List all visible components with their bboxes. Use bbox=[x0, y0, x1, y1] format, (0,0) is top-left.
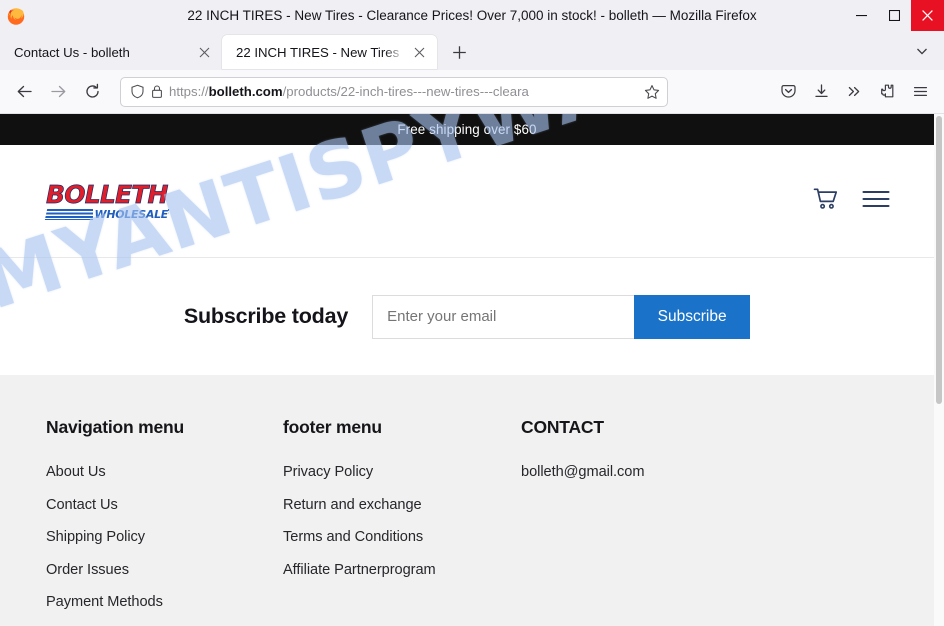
forward-arrow-icon[interactable] bbox=[42, 76, 74, 108]
web-page: Free shipping over $60 BOLLETH WHOLESALE bbox=[0, 114, 934, 626]
footer-column-navigation: Navigation menu About Us Contact Us Ship… bbox=[46, 417, 283, 626]
navigation-toolbar: https://bolleth.com/products/22-inch-tir… bbox=[0, 70, 944, 114]
site-footer: Navigation menu About Us Contact Us Ship… bbox=[0, 375, 934, 626]
menu-hamburger-icon[interactable] bbox=[862, 189, 890, 214]
download-icon[interactable] bbox=[805, 76, 837, 108]
toolbar-right-icons bbox=[772, 76, 936, 108]
maximize-button[interactable] bbox=[878, 0, 911, 31]
title-bar: 22 INCH TIRES - New Tires - Clearance Pr… bbox=[0, 0, 944, 31]
close-button[interactable] bbox=[911, 0, 944, 31]
footer-link[interactable]: Return and exchange bbox=[283, 497, 521, 513]
new-tab-button[interactable] bbox=[444, 37, 474, 67]
contact-email[interactable]: bolleth@gmail.com bbox=[521, 464, 888, 480]
shield-icon[interactable] bbox=[130, 84, 145, 99]
page-scrollbar-thumb[interactable] bbox=[936, 116, 942, 404]
minimize-button[interactable] bbox=[845, 0, 878, 31]
footer-heading: CONTACT bbox=[521, 417, 604, 437]
email-input[interactable] bbox=[372, 294, 635, 339]
extensions-puzzle-icon[interactable] bbox=[871, 76, 903, 108]
overflow-chevrons-icon[interactable] bbox=[838, 76, 870, 108]
window-controls bbox=[845, 0, 944, 31]
tab-close-icon[interactable] bbox=[196, 44, 213, 61]
logo-subtitle-block: WHOLESALE bbox=[44, 207, 170, 221]
tab-contact-us[interactable]: Contact Us - bolleth bbox=[0, 35, 222, 69]
header-icon-group bbox=[813, 187, 890, 216]
footer-column-footer-menu: footer menu Privacy Policy Return and ex… bbox=[283, 417, 521, 626]
pocket-icon[interactable] bbox=[772, 76, 804, 108]
subscribe-section: Subscribe today Subscribe bbox=[0, 257, 934, 375]
footer-link[interactable]: Contact Us bbox=[46, 497, 283, 513]
app-menu-hamburger-icon[interactable] bbox=[904, 76, 936, 108]
url-bar[interactable]: https://bolleth.com/products/22-inch-tir… bbox=[120, 76, 668, 107]
tab-22-inch-tires[interactable]: 22 INCH TIRES - New Tires bbox=[222, 35, 437, 69]
subscribe-form: Subscribe bbox=[372, 294, 751, 339]
footer-link[interactable]: About Us bbox=[46, 464, 283, 480]
announcement-bar: Free shipping over $60 bbox=[0, 114, 934, 145]
footer-link[interactable]: Privacy Policy bbox=[283, 464, 521, 480]
star-icon[interactable] bbox=[644, 84, 660, 100]
site-logo[interactable]: BOLLETH WHOLESALE bbox=[44, 179, 170, 221]
footer-link[interactable]: Shipping Policy bbox=[46, 529, 283, 545]
firefox-logo-icon bbox=[6, 6, 26, 26]
footer-link[interactable]: Order Issues bbox=[46, 562, 283, 578]
tab-label: 22 INCH TIRES - New Tires bbox=[236, 44, 400, 60]
subscribe-title: Subscribe today bbox=[183, 304, 349, 328]
page-viewport: Free shipping over $60 BOLLETH WHOLESALE bbox=[0, 114, 944, 626]
browser-window: 22 INCH TIRES - New Tires - Clearance Pr… bbox=[0, 0, 944, 626]
cart-icon[interactable] bbox=[813, 187, 839, 216]
url-text[interactable]: https://bolleth.com/products/22-inch-tir… bbox=[169, 84, 639, 99]
tab-label: Contact Us - bolleth bbox=[14, 44, 130, 60]
subscribe-button[interactable]: Subscribe bbox=[634, 294, 751, 339]
logo-wordmark: BOLLETH bbox=[46, 179, 169, 209]
footer-link[interactable]: Terms and Conditions bbox=[283, 529, 521, 545]
tab-list-chevron-down-icon[interactable] bbox=[908, 37, 936, 65]
back-arrow-icon[interactable] bbox=[8, 76, 40, 108]
footer-link[interactable]: Affiliate Partnerprogram bbox=[283, 562, 521, 578]
page-scrollbar[interactable] bbox=[934, 114, 944, 626]
footer-heading: Navigation menu bbox=[46, 417, 184, 437]
padlock-icon[interactable] bbox=[150, 84, 164, 99]
logo-subtitle: WHOLESALE bbox=[92, 207, 168, 221]
footer-heading: footer menu bbox=[283, 417, 382, 437]
tab-close-icon[interactable] bbox=[411, 44, 428, 61]
footer-column-contact: CONTACT bolleth@gmail.com bbox=[521, 417, 888, 626]
window-title: 22 INCH TIRES - New Tires - Clearance Pr… bbox=[187, 8, 757, 23]
tab-bar: Contact Us - bolleth 22 INCH TIRES - New… bbox=[0, 31, 944, 70]
footer-link[interactable]: Payment Methods bbox=[46, 594, 283, 610]
reload-icon[interactable] bbox=[76, 76, 108, 108]
site-header: BOLLETH WHOLESALE bbox=[0, 145, 934, 257]
